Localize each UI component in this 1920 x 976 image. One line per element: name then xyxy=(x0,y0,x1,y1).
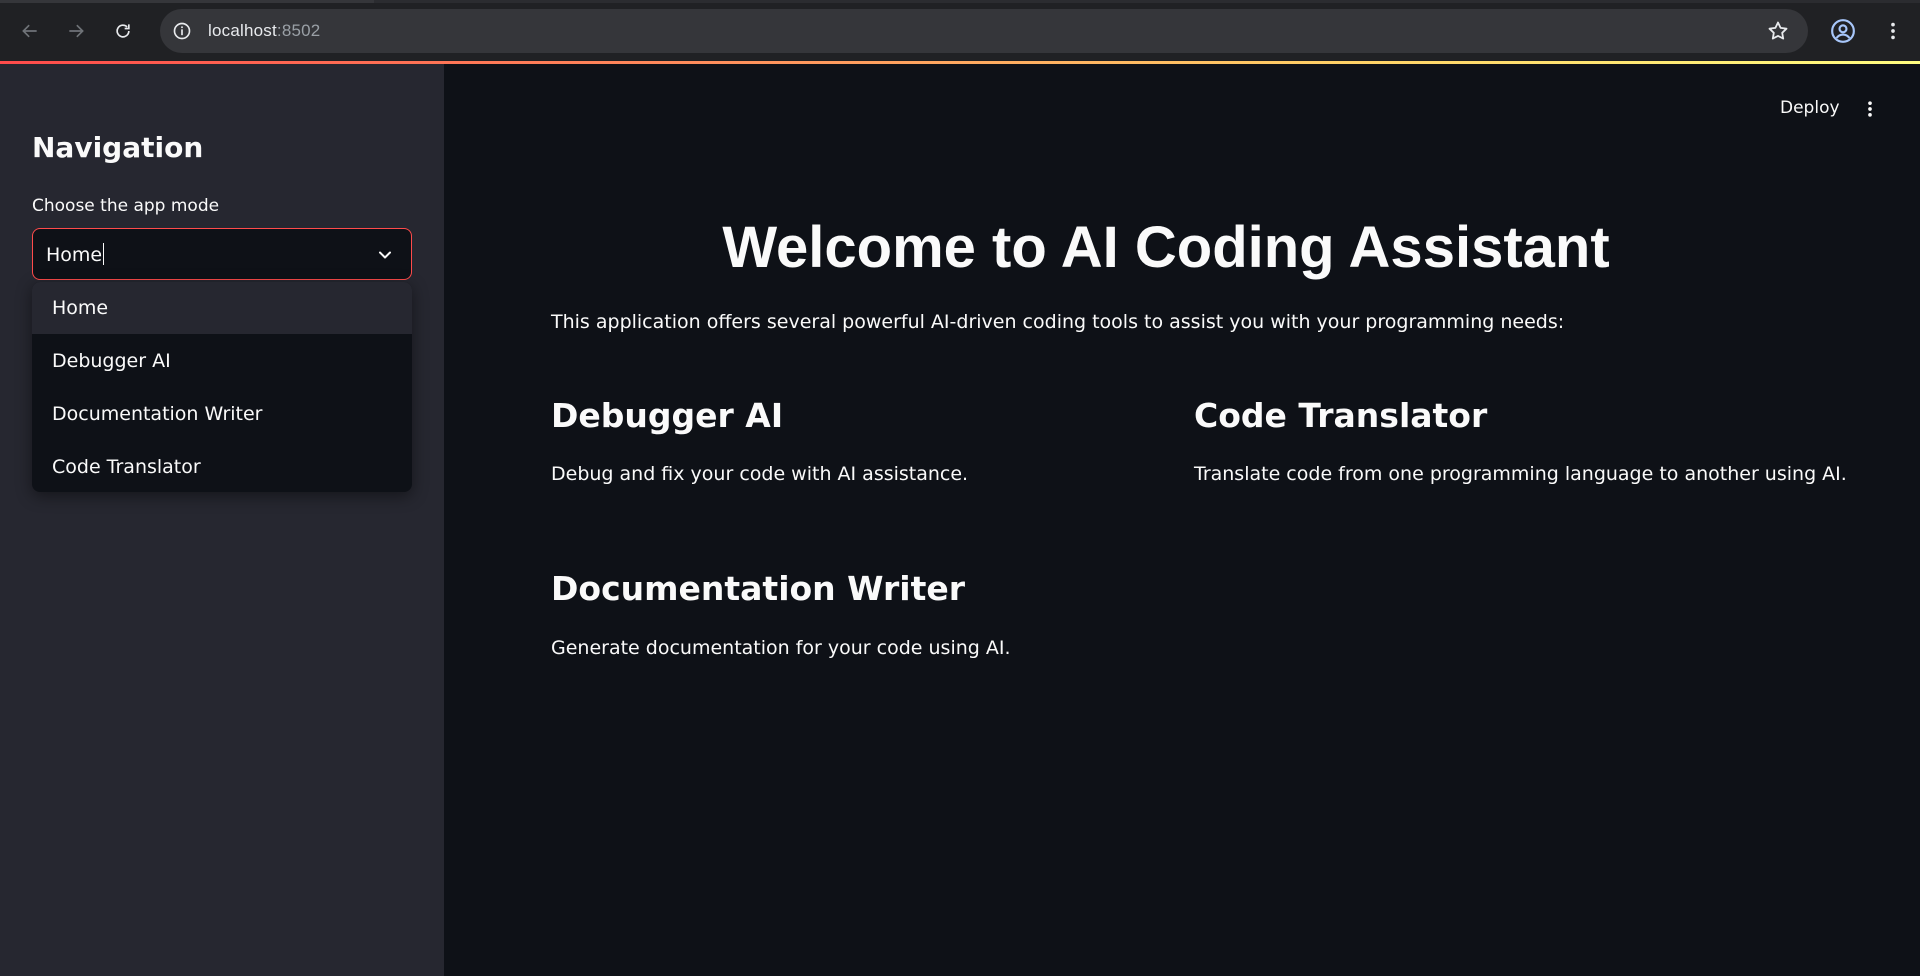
app-mode-label: Choose the app mode xyxy=(32,196,220,216)
url-text: localhost:8502 xyxy=(208,21,321,40)
tab-strip xyxy=(0,0,1920,3)
active-tab[interactable] xyxy=(0,0,374,3)
feature-title-code-translator: Code Translator xyxy=(1194,396,1488,435)
intro-text: This application offers several powerful… xyxy=(551,311,1565,333)
browser-toolbar: localhost:8502 xyxy=(0,0,1920,62)
main-menu-icon[interactable] xyxy=(1860,96,1880,122)
app-mode-dropdown: Home Debugger AI Documentation Writer Co… xyxy=(32,282,412,492)
feature-title-documentation-writer: Documentation Writer xyxy=(551,569,965,608)
profile-icon[interactable] xyxy=(1826,14,1860,48)
bookmark-star-icon[interactable] xyxy=(1766,19,1790,43)
feature-desc-debugger-ai: Debug and fix your code with AI assistan… xyxy=(551,463,969,485)
back-arrow-icon[interactable] xyxy=(13,14,47,48)
app-mode-select[interactable]: Home xyxy=(32,228,412,280)
option-documentation-writer[interactable]: Documentation Writer xyxy=(32,388,412,440)
reload-icon[interactable] xyxy=(106,14,140,48)
address-bar[interactable]: localhost:8502 xyxy=(160,9,1808,53)
app-mode-select-value[interactable]: Home xyxy=(46,243,105,266)
option-home[interactable]: Home xyxy=(32,282,412,334)
feature-desc-code-translator: Translate code from one programming lang… xyxy=(1194,463,1847,485)
browser-menu-icon[interactable] xyxy=(1876,14,1910,48)
feature-desc-documentation-writer: Generate documentation for your code usi… xyxy=(551,637,1011,659)
sidebar-title: Navigation xyxy=(32,131,204,164)
page-title: Welcome to AI Coding Assistant xyxy=(722,215,1610,280)
site-info-icon[interactable] xyxy=(170,19,194,43)
option-debugger-ai[interactable]: Debugger AI xyxy=(32,335,412,387)
forward-arrow-icon[interactable] xyxy=(59,14,93,48)
feature-title-debugger-ai: Debugger AI xyxy=(551,396,784,435)
option-code-translator[interactable]: Code Translator xyxy=(32,441,412,492)
chevron-down-icon[interactable] xyxy=(375,245,395,265)
deploy-button[interactable]: Deploy xyxy=(1780,98,1840,118)
